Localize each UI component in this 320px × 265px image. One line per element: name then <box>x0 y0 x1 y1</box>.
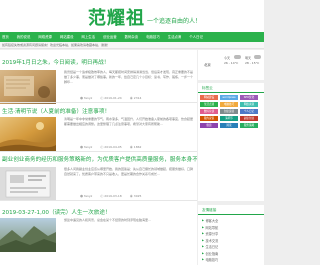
tag-item[interactable]: 生活点滴 <box>200 102 218 107</box>
tag-item[interactable]: 清明节 <box>220 116 238 121</box>
post-date: 2019-01-24 <box>104 96 122 100</box>
post-views: 3025 <box>133 194 142 198</box>
post-divider <box>0 102 197 103</box>
post-meta: ● fanyz ◴ 2019-01-24 ◉ 2314 <box>80 96 141 100</box>
post-excerpt: 旅途中遇见的人和风景，总会在某个不经意的时刻浮现在脑海里... <box>64 218 151 222</box>
notice-bar: 如有链接失效或资源有问题请留言！欢迎光临本站，如果喜欢请收藏本站，谢谢！ <box>0 42 264 49</box>
post-excerpt: 清明是一年中非常重要的节气，雨水渐多，气温回升，人们开始准备入夏前的各项事宜，饮… <box>64 117 194 126</box>
tag-item[interactable]: 个人日记 <box>240 109 258 114</box>
post-title[interactable]: 2019年1月日之朱，今日阅读，明日再战！ <box>2 58 109 66</box>
post-author[interactable]: fanyz <box>84 96 92 100</box>
post-divider <box>0 200 197 201</box>
tag-item[interactable]: 创业运营 <box>220 109 238 114</box>
link-list: ▶博客大全▶网站导航▶资源分享▶技术交流▶生活日记▶创业指南▶电脑技巧▶数码评测 <box>202 218 218 265</box>
tag-cloud-widget: 标签云 网站建设 wordpress SEO优化生活点滴 电脑技巧 网络资源数码杂谈 创业… <box>198 83 264 201</box>
widget-title-underline <box>198 92 264 93</box>
post-date: 2019-03-18 <box>104 194 122 198</box>
post-title[interactable]: 2019-03-27-1,00（读完）人生一次旅途！ <box>2 208 111 216</box>
tag-cloud: 网站建设 wordpress SEO优化生活点滴 电脑技巧 网络资源数码杂谈 创业运营 个人… <box>200 95 262 128</box>
post-author[interactable]: fanyz <box>84 145 92 149</box>
post-author[interactable]: fanyz <box>84 194 92 198</box>
tag-item[interactable]: SEO优化 <box>240 95 258 100</box>
notice-text: 如有链接失效或资源有问题请留言！欢迎光临本站，如果喜欢请收藏本站，谢谢！ <box>2 43 111 47</box>
sidebar: 北京 今天 26 - 14°C 明天 28 - 15°C 标签云 网站建设 wor… <box>198 50 264 265</box>
cloud-icon <box>234 55 241 59</box>
eye-icon: ◉ <box>129 145 133 149</box>
clock-icon: ◴ <box>100 96 104 100</box>
site-tagline: 一个追逐自由的人！ <box>147 17 202 25</box>
clock-icon: ◴ <box>100 194 104 198</box>
post-excerpt: 很多人问我副业创业应该从哪里开始，我的回答是：先从自己擅长的领域做起，把服务做好… <box>64 167 194 176</box>
tag-item[interactable]: 阅读 <box>220 123 238 128</box>
post-title[interactable]: 生活·清明节说（人夏前的准备）注意事项！ <box>2 107 110 115</box>
tag-item[interactable]: 副业创业 <box>240 116 258 121</box>
nav-item[interactable]: 创业运营 <box>99 32 121 42</box>
nav-item[interactable]: 我的说说 <box>13 32 35 42</box>
nav-item[interactable]: 数码杂谈 <box>121 32 143 42</box>
post-views: 1862 <box>133 145 142 149</box>
weather-tomorrow-label: 明天 <box>245 56 252 60</box>
tag-item[interactable]: wordpress <box>220 95 238 100</box>
tag-item[interactable]: 数码杂谈 <box>200 109 218 114</box>
nav-item[interactable]: 生活点滴 <box>164 32 186 42</box>
nav-item[interactable]: 网络资源 <box>34 32 56 42</box>
tag-item[interactable]: 旅途 <box>200 123 218 128</box>
widget-title-underline <box>198 214 264 215</box>
weather-today-temp: 26 - 14°C <box>224 61 239 65</box>
site-header: 范耀祖 一个追逐自由的人！ <box>0 0 264 32</box>
post-divider <box>0 151 197 152</box>
user-icon: ● <box>80 145 84 149</box>
cloud-icon <box>254 55 261 59</box>
post-meta: ● fanyz ◴ 2019-04-05 ◉ 1862 <box>80 145 141 149</box>
tag-cloud-title: 标签云 <box>202 86 213 90</box>
nav-item[interactable]: 电脑技巧 <box>142 32 164 42</box>
post-date: 2019-04-05 <box>104 145 122 149</box>
weather-tomorrow-temp: 28 - 15°C <box>245 61 260 65</box>
eye-icon: ◉ <box>129 194 133 198</box>
site-logo[interactable]: 范耀祖 一个追逐自由的人！ <box>88 4 201 30</box>
clock-icon: ◴ <box>100 145 104 149</box>
links-widget: 友情链接 ▶ 博客大全 ▶ 网站导航 ▶ 资源分享 ▶ 技术交流 ▶ 生活日记 ▶ 创业指南 ▶ 电脑技巧… <box>198 205 264 265</box>
post-excerpt: 我曾经是一个追求极致效率的人，每天都把时间安排得满满当当，但后来才发现，真正重要… <box>64 70 194 84</box>
post-meta: ● fanyz ◴ 2019-03-18 ◉ 3025 <box>80 194 141 198</box>
post-list: 2019年1月日之朱，今日阅读，明日再战！ 我曾经是一个追求极致效率的人，每天都… <box>0 50 197 265</box>
nav-item[interactable]: 网上生活 <box>77 32 99 42</box>
post-thumbnail[interactable] <box>0 218 56 252</box>
tag-item[interactable]: 电脑技巧 <box>220 102 238 107</box>
links-title: 友情链接 <box>202 208 217 212</box>
tag-item[interactable]: 服务策略 <box>240 123 258 128</box>
eye-icon: ◉ <box>129 96 133 100</box>
main-nav: 首页 我的说说 网络资源 网站建设 网上生活 创业运营 数码杂谈 电脑技巧 生活点滴 个人日记 <box>0 32 264 42</box>
tag-item[interactable]: 网络资源 <box>240 102 258 107</box>
weather-today-label: 今天 <box>224 56 231 60</box>
user-icon: ● <box>80 96 84 100</box>
tag-item[interactable]: 我的说说 <box>200 116 218 121</box>
weather-widget: 北京 今天 26 - 14°C 明天 28 - 15°C <box>198 50 264 80</box>
nav-item[interactable]: 个人日记 <box>185 32 207 42</box>
post-title[interactable]: 副业创业商务的经历和服务策略新的，为优质客户提供高质量服务，服务本身不可能 <box>2 155 197 163</box>
weather-city: 北京 <box>204 63 211 67</box>
post-thumbnail[interactable] <box>0 167 56 201</box>
nav-item[interactable]: 网站建设 <box>56 32 78 42</box>
post-thumbnail[interactable] <box>0 117 56 151</box>
nav-item[interactable]: 首页 <box>0 32 13 42</box>
user-icon: ● <box>80 194 84 198</box>
post-views: 2314 <box>133 96 142 100</box>
site-name[interactable]: 范耀祖 <box>88 4 145 30</box>
tag-item[interactable]: 网站建设 <box>200 95 218 100</box>
post-thumbnail[interactable] <box>0 70 56 104</box>
